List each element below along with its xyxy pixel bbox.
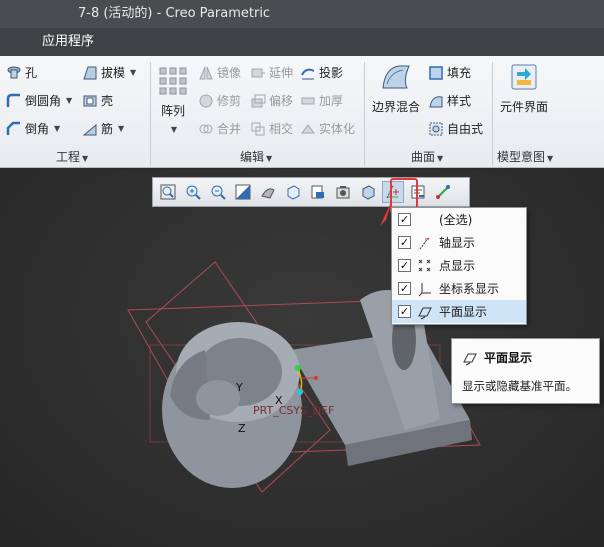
arrow-pointer bbox=[414, 318, 434, 346]
plane-display-tooltip: 平面显示 显示或隐藏基准平面。 bbox=[451, 338, 600, 404]
tooltip-title-row: 平面显示 bbox=[462, 349, 589, 366]
tooltip-title: 平面显示 bbox=[484, 351, 533, 365]
annotation-arrows bbox=[380, 200, 434, 346]
plane-display-icon bbox=[463, 353, 477, 365]
tooltip-description: 显示或隐藏基准平面。 bbox=[462, 379, 577, 393]
arrow-pointer bbox=[380, 200, 392, 226]
